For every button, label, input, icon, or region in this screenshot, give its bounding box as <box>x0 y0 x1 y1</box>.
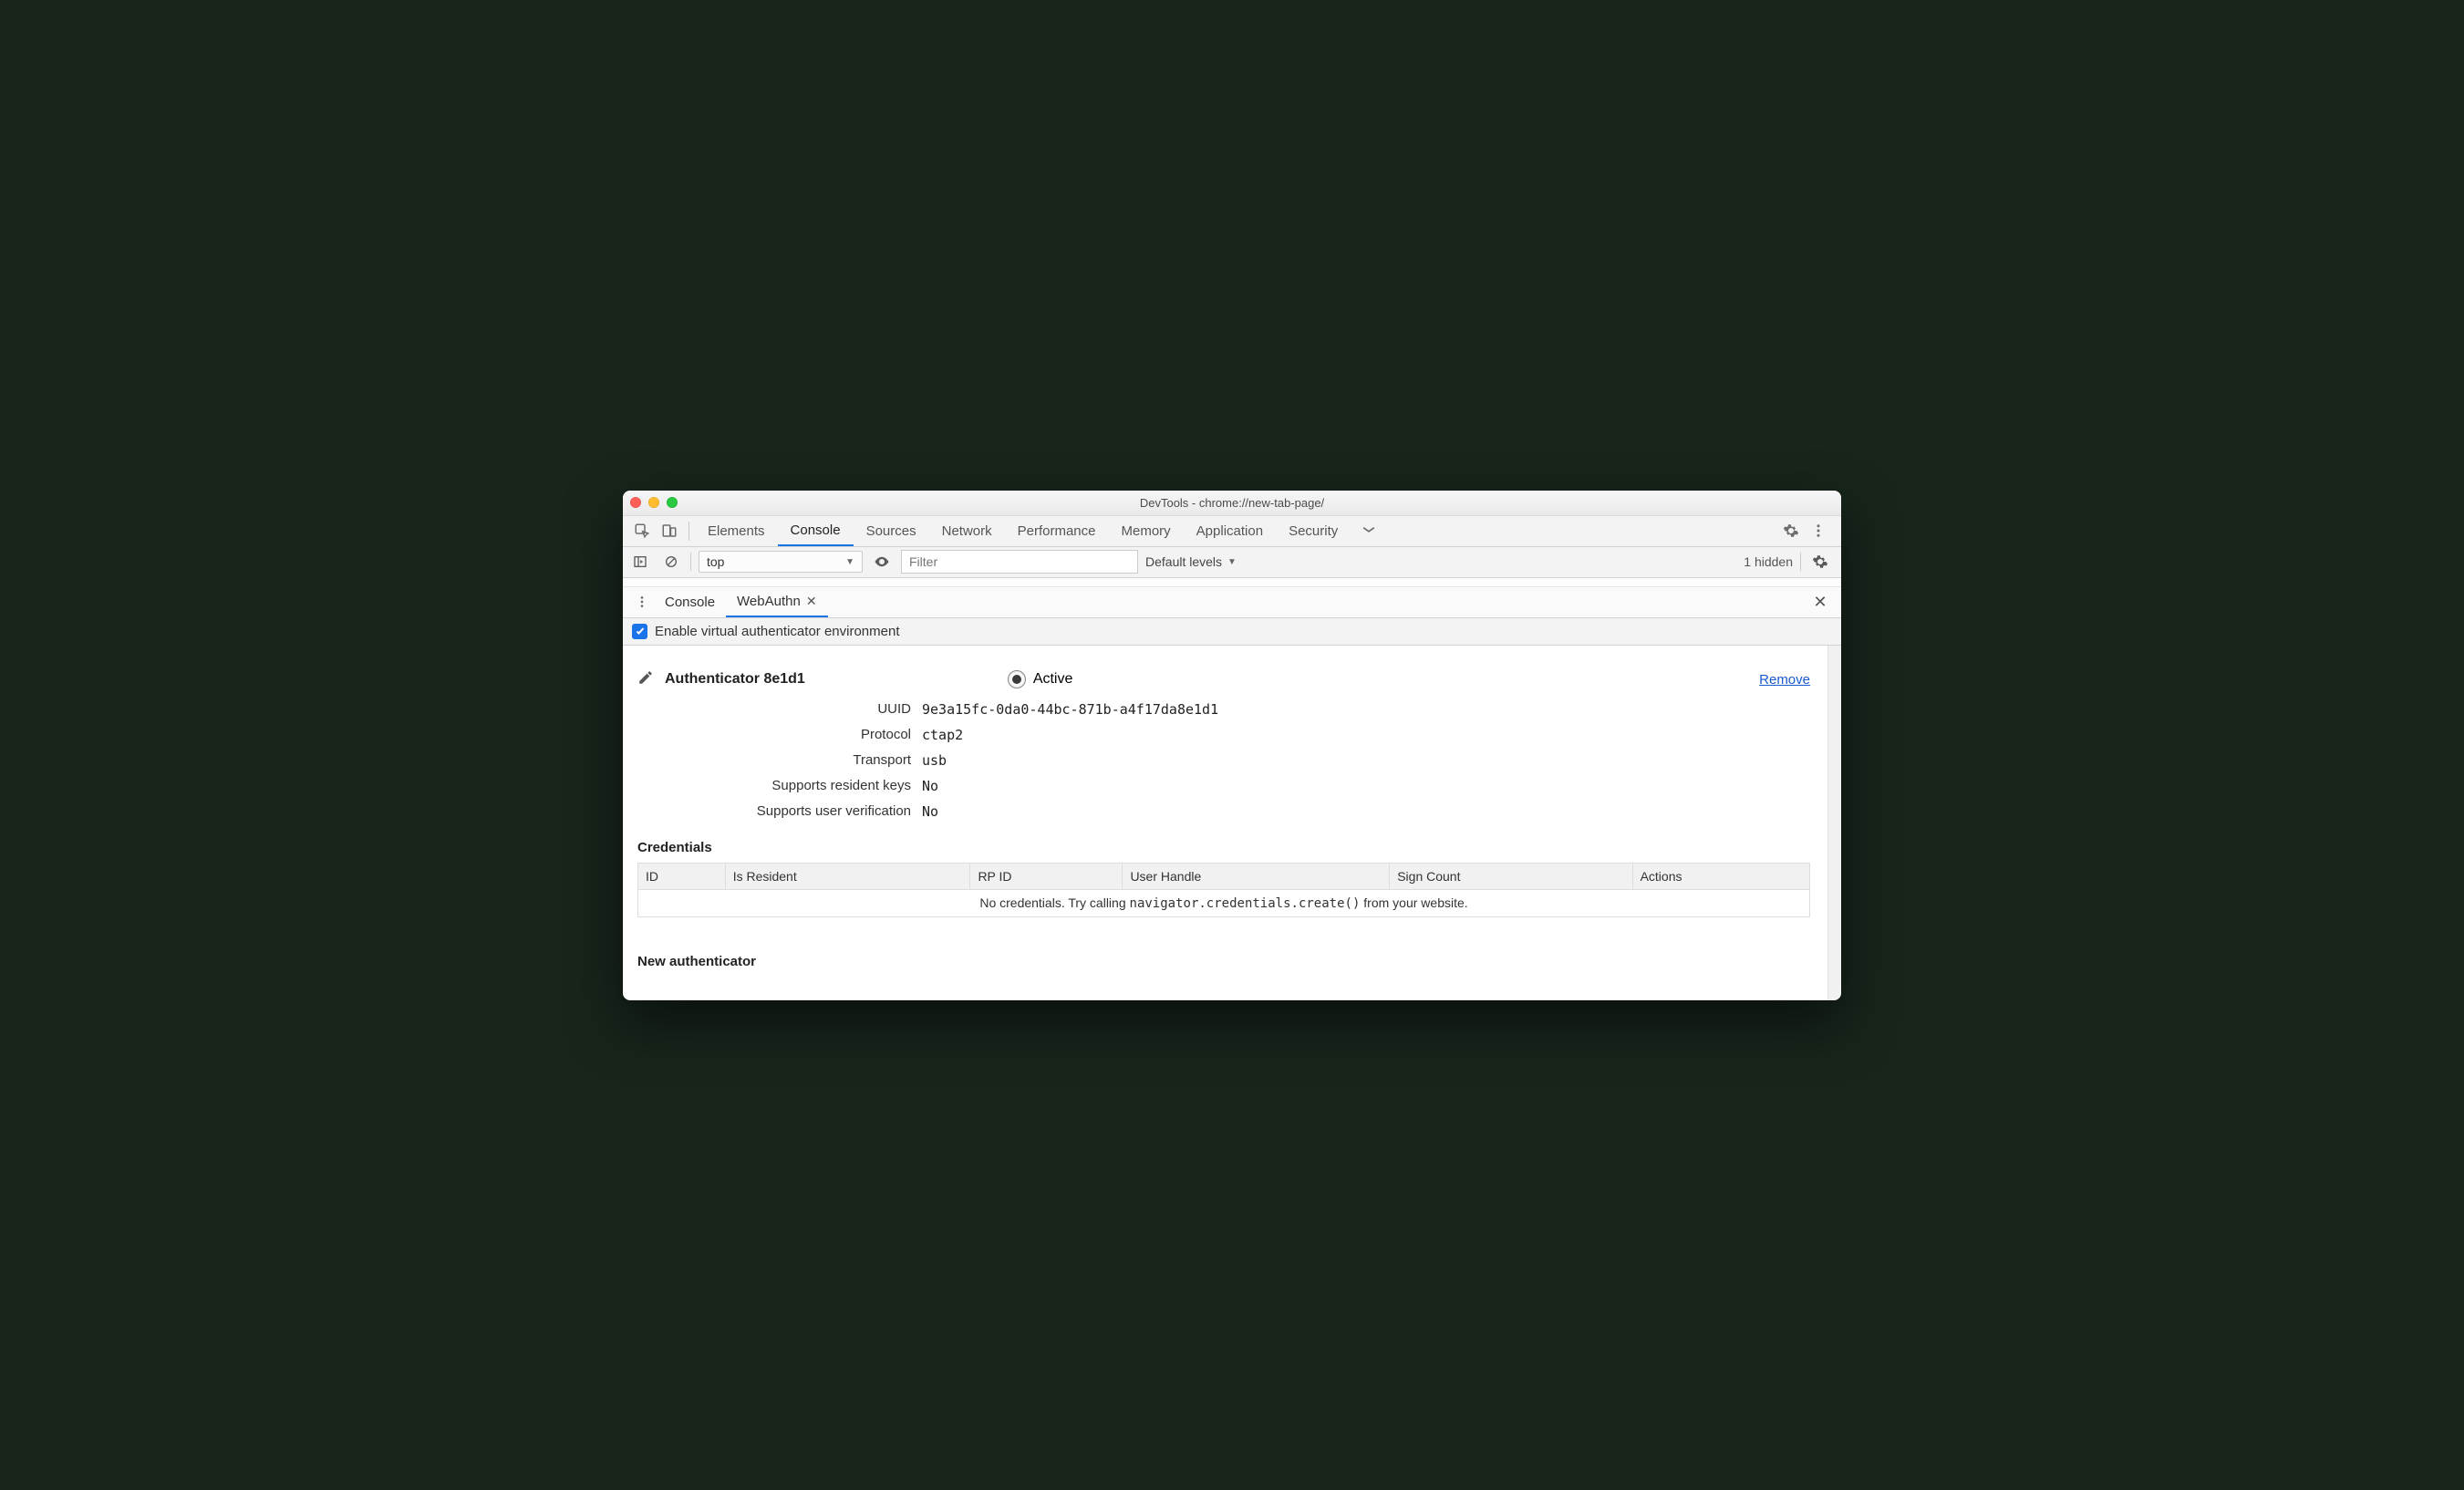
uuid-value: 9e3a15fc-0da0-44bc-871b-a4f17da8e1d1 <box>922 701 1810 718</box>
execution-context-select[interactable]: top ▼ <box>699 551 863 573</box>
tab-performance[interactable]: Performance <box>1005 516 1109 546</box>
clear-console-icon[interactable] <box>659 550 683 574</box>
hidden-messages-count[interactable]: 1 hidden <box>1744 554 1793 569</box>
tab-sources[interactable]: Sources <box>854 516 929 546</box>
drawer-close-icon[interactable]: ✕ <box>1807 587 1834 617</box>
chevron-down-icon: ▼ <box>845 557 854 567</box>
tab-console[interactable]: Console <box>778 516 854 546</box>
webauthn-panel: Authenticator 8e1d1 Active Remove UUID 9… <box>623 646 1841 1000</box>
enable-virtual-auth-row: Enable virtual authenticator environment <box>623 618 1841 646</box>
separator <box>623 578 1841 587</box>
resident-keys-label: Supports resident keys <box>637 778 911 794</box>
tab-elements[interactable]: Elements <box>695 516 778 546</box>
col-user-handle[interactable]: User Handle <box>1123 863 1390 889</box>
traffic-lights <box>630 497 678 508</box>
new-authenticator-heading: New authenticator <box>637 954 1810 969</box>
drawer-kebab-icon[interactable] <box>630 587 654 617</box>
settings-gear-icon[interactable] <box>1777 516 1805 546</box>
drawer-tab-label: WebAuthn <box>737 594 801 609</box>
levels-label: Default levels <box>1145 554 1222 569</box>
user-verification-value: No <box>922 803 1810 820</box>
enable-virtual-auth-checkbox[interactable] <box>632 624 647 639</box>
table-row: No credentials. Try calling navigator.cr… <box>638 889 1810 916</box>
devtools-window: DevTools - chrome://new-tab-page/ Elemen… <box>623 491 1841 1000</box>
table-header-row: ID Is Resident RP ID User Handle Sign Co… <box>638 863 1810 889</box>
active-radio[interactable] <box>1008 670 1026 688</box>
more-tabs-icon[interactable] <box>1351 516 1387 546</box>
col-rp-id[interactable]: RP ID <box>970 863 1123 889</box>
edit-pencil-icon[interactable] <box>637 669 654 690</box>
tab-network[interactable]: Network <box>929 516 1005 546</box>
authenticator-details: UUID 9e3a15fc-0da0-44bc-871b-a4f17da8e1d… <box>637 701 1810 820</box>
tab-label: Network <box>942 523 992 539</box>
console-settings-gear-icon[interactable] <box>1808 550 1832 574</box>
log-levels-select[interactable]: Default levels ▼ <box>1145 554 1237 569</box>
context-value: top <box>707 554 724 569</box>
credentials-table: ID Is Resident RP ID User Handle Sign Co… <box>637 863 1810 917</box>
zoom-window-button[interactable] <box>667 497 678 508</box>
inspect-element-icon[interactable] <box>628 516 656 546</box>
resident-keys-value: No <box>922 778 1810 794</box>
empty-text-pre: No credentials. Try calling <box>979 895 1129 910</box>
col-actions[interactable]: Actions <box>1632 863 1809 889</box>
drawer-tab-label: Console <box>665 595 715 610</box>
col-id[interactable]: ID <box>638 863 726 889</box>
active-radio-group: Active <box>1008 670 1073 688</box>
drawer-tabstrip: Console WebAuthn ✕ ✕ <box>623 587 1841 618</box>
drawer-tab-console[interactable]: Console <box>654 587 726 617</box>
tab-application[interactable]: Application <box>1184 516 1276 546</box>
tab-label: Sources <box>866 523 916 539</box>
window-title: DevTools - chrome://new-tab-page/ <box>623 496 1841 510</box>
active-label: Active <box>1033 671 1073 688</box>
tab-label: Application <box>1196 523 1263 539</box>
uuid-label: UUID <box>637 701 911 718</box>
kebab-menu-icon[interactable] <box>1805 516 1832 546</box>
tab-security[interactable]: Security <box>1276 516 1351 546</box>
credentials-heading: Credentials <box>637 840 1810 855</box>
device-toolbar-icon[interactable] <box>656 516 683 546</box>
drawer-tab-webauthn[interactable]: WebAuthn ✕ <box>726 587 828 617</box>
authenticator-header: Authenticator 8e1d1 Active Remove <box>637 669 1810 690</box>
titlebar: DevTools - chrome://new-tab-page/ <box>623 491 1841 516</box>
tab-label: Security <box>1289 523 1338 539</box>
close-icon[interactable]: ✕ <box>806 594 817 609</box>
chevron-down-icon: ▼ <box>1227 557 1237 567</box>
console-toolbar: top ▼ Default levels ▼ 1 hidden <box>623 547 1841 578</box>
tab-label: Console <box>791 523 841 538</box>
minimize-window-button[interactable] <box>648 497 659 508</box>
divider <box>688 522 689 541</box>
divider <box>690 553 691 571</box>
empty-code: navigator.credentials.create() <box>1130 896 1361 911</box>
console-sidebar-toggle-icon[interactable] <box>628 550 652 574</box>
transport-value: usb <box>922 752 1810 769</box>
protocol-value: ctap2 <box>922 727 1810 743</box>
tab-memory[interactable]: Memory <box>1109 516 1184 546</box>
divider <box>1800 553 1801 571</box>
credentials-empty-message: No credentials. Try calling navigator.cr… <box>638 889 1810 916</box>
enable-virtual-auth-label: Enable virtual authenticator environment <box>655 624 900 639</box>
tab-label: Memory <box>1122 523 1171 539</box>
main-tabstrip: Elements Console Sources Network Perform… <box>623 516 1841 547</box>
authenticator-title: Authenticator 8e1d1 <box>665 671 805 688</box>
close-window-button[interactable] <box>630 497 641 508</box>
remove-authenticator-link[interactable]: Remove <box>1759 672 1810 688</box>
live-expression-eye-icon[interactable] <box>870 550 894 574</box>
protocol-label: Protocol <box>637 727 911 743</box>
transport-label: Transport <box>637 752 911 769</box>
user-verification-label: Supports user verification <box>637 803 911 820</box>
tab-label: Performance <box>1018 523 1096 539</box>
empty-text-post: from your website. <box>1360 895 1467 910</box>
col-sign-count[interactable]: Sign Count <box>1390 863 1632 889</box>
col-is-resident[interactable]: Is Resident <box>725 863 970 889</box>
console-filter-input[interactable] <box>901 550 1138 574</box>
tab-label: Elements <box>708 523 765 539</box>
